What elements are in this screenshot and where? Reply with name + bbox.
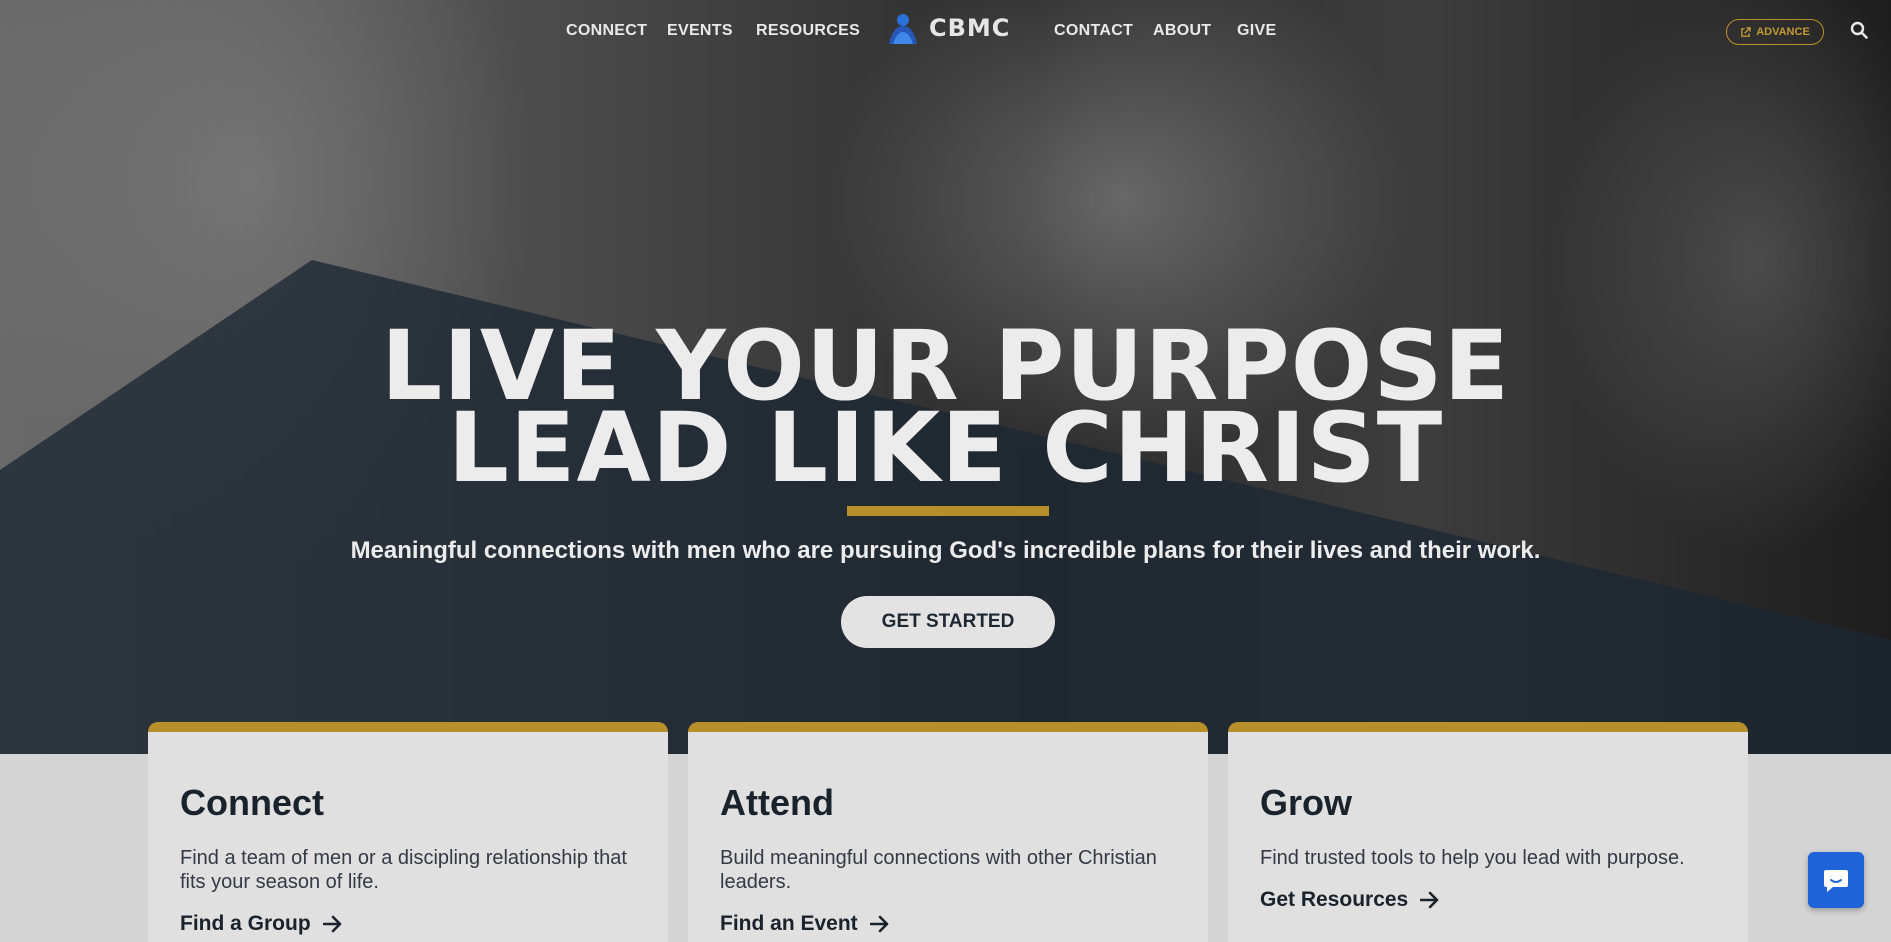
card-title: Connect (180, 782, 324, 823)
find-an-event-link[interactable]: Find an Event (720, 912, 890, 936)
card-title: Grow (1260, 782, 1353, 823)
get-started-button[interactable]: GET STARTED (841, 596, 1055, 648)
card-connect: Connect Find a team of men or a discipli… (148, 722, 668, 942)
arrow-right-icon (1420, 891, 1439, 909)
logo-text: CBMC (929, 14, 1011, 42)
headline-divider (847, 506, 1049, 516)
chat-icon (1824, 870, 1848, 892)
nav-item-events[interactable]: EVENTS (667, 22, 733, 40)
hero-tagline: Meaningful connections with men who are … (350, 537, 1541, 564)
card-link-label: Get Resources (1260, 888, 1409, 911)
card-title: Attend (720, 782, 834, 823)
card-description: Find a team of men or a discipling relat… (180, 847, 627, 893)
find-a-group-link[interactable]: Find a Group (180, 912, 343, 936)
nav-item-contact[interactable]: CONTACT (1054, 22, 1133, 40)
nav-item-give[interactable]: GIVE (1237, 22, 1276, 40)
card-description: Build meaningful connections with other … (720, 847, 1157, 893)
hero-section: CONNECT EVENTS RESOURCES CBMC CONTACT AB… (0, 0, 1891, 754)
card-attend: Attend Build meaningful connections with… (688, 722, 1208, 942)
card-link-label: Find an Event (720, 912, 858, 935)
logo-mark-icon (889, 14, 917, 44)
card-link-label: Find a Group (180, 912, 311, 935)
top-nav: CONNECT EVENTS RESOURCES CBMC CONTACT AB… (0, 0, 1891, 64)
arrow-right-icon (322, 915, 341, 933)
hero-headline-line2: LEAD LIKE CHRIST (447, 392, 1444, 504)
chat-button[interactable] (1808, 852, 1864, 908)
card-description: Find trusted tools to help you lead with… (1260, 847, 1685, 869)
nav-item-about[interactable]: ABOUT (1153, 22, 1211, 40)
advance-button[interactable]: ADVANCE (1726, 19, 1824, 45)
advance-label: ADVANCE (1756, 26, 1810, 38)
external-link-icon (1741, 26, 1751, 37)
cbmc-logo[interactable]: CBMC (883, 8, 1010, 48)
arrow-right-icon (869, 915, 888, 933)
nav-item-connect[interactable]: CONNECT (566, 22, 647, 40)
nav-item-resources[interactable]: RESOURCES (756, 22, 860, 40)
card-grow: Grow Find trusted tools to help you lead… (1228, 722, 1748, 942)
search-icon[interactable] (1850, 21, 1868, 39)
get-resources-link[interactable]: Get Resources (1260, 888, 1440, 912)
